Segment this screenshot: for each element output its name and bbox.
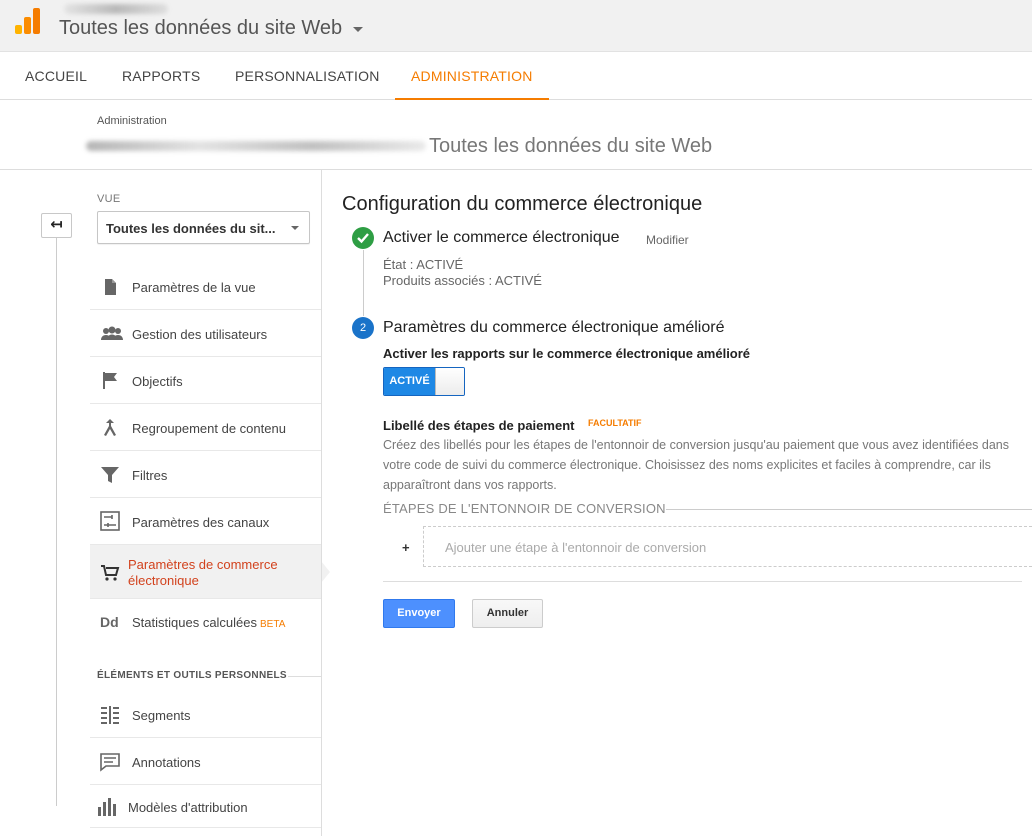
view-selector[interactable]: Toutes les données du sit... (97, 211, 310, 244)
tab-administration[interactable]: ADMINISTRATION (395, 52, 549, 100)
step-number-badge: 2 (352, 317, 374, 339)
sidebar-item-label: Annotations (132, 755, 201, 770)
admin-header: Administration Toutes les données du sit… (0, 100, 1032, 170)
tab-personnalisation[interactable]: PERSONNALISATION (235, 52, 380, 100)
modify-link[interactable]: Modifier (646, 233, 689, 247)
page-title: Configuration du commerce électronique (342, 193, 703, 215)
add-funnel-step-input[interactable]: Ajouter une étape à l'entonnoir de conve… (423, 526, 1032, 567)
sidebar-item-label: Objectifs (132, 374, 183, 389)
checkout-labels-title: Libellé des étapes de paiement (383, 418, 575, 433)
status-etat: État : ACTIVÉ (383, 257, 464, 272)
sidebar-item-label: Statistiques calculées BETA (132, 615, 285, 630)
users-icon (101, 326, 123, 340)
funnel-steps-label: ÉTAPES DE L'ENTONNOIR DE CONVERSION (383, 501, 666, 516)
step1-title: Activer le commerce électronique (383, 229, 620, 246)
view-selector-value: Toutes les données du sit... (106, 221, 276, 236)
sidebar-item-label: Modèles d'attribution (128, 800, 248, 815)
tab-accueil[interactable]: ACCUEIL (25, 52, 87, 100)
sidebar-item-parametres-vue[interactable]: Paramètres de la vue (90, 263, 321, 310)
sidebar-item-filtres[interactable]: Filtres (90, 451, 321, 498)
form-divider (383, 581, 1022, 582)
step2-title: Paramètres du commerce électronique amél… (383, 319, 725, 336)
breadcrumb-property: Toutes les données du site Web (429, 135, 713, 157)
toggle-knob (435, 368, 464, 395)
document-icon (105, 279, 116, 295)
optional-badge: FACULTATIF (588, 418, 642, 428)
breadcrumb-label: Administration (97, 115, 167, 127)
top-bar: Toutes les données du site Web (0, 0, 1032, 52)
chevron-down-icon (291, 226, 299, 230)
sidebar-item-parametres-canaux[interactable]: Paramètres des canaux (90, 498, 321, 545)
filter-icon (101, 467, 119, 483)
active-item-pointer (321, 561, 330, 583)
section-divider (288, 676, 321, 677)
flag-icon (103, 372, 117, 389)
status-produits: Produits associés : ACTIVÉ (383, 273, 542, 288)
sidebar-item-objectifs[interactable]: Objectifs (90, 357, 321, 404)
enhanced-ecommerce-toggle[interactable]: ACTIVÉ (383, 367, 465, 396)
dd-icon: Dd (100, 614, 119, 630)
checkout-labels-description: Créez des libellés pour les étapes de l'… (383, 438, 1010, 492)
cancel-button[interactable]: Annuler (472, 599, 543, 628)
sidebar-item-label: Segments (132, 708, 191, 723)
sidebar-item-annotations[interactable]: Annotations (90, 738, 321, 785)
content-grouping-icon (104, 419, 116, 436)
sidebar-item-statistiques-calculees[interactable]: Dd Statistiques calculées BETA (90, 599, 321, 646)
main-nav: ACCUEIL RAPPORTS PERSONNALISATION ADMINI… (0, 52, 1032, 100)
back-line-divider (56, 238, 57, 806)
beta-badge: BETA (260, 619, 286, 630)
step-connector (363, 250, 364, 316)
enhanced-reports-label: Activer les rapports sur le commerce éle… (383, 346, 751, 361)
sidebar-item-label: Gestion des utilisateurs (132, 327, 268, 342)
sidebar-item-label-line2: électronique (128, 573, 199, 588)
send-button[interactable]: Envoyer (383, 599, 455, 628)
cart-icon (101, 565, 120, 581)
account-path-redacted (86, 141, 426, 151)
funnel-steps-divider (666, 509, 1032, 510)
sidebar-item-label: Paramètres des canaux (132, 515, 270, 530)
sidebar-item-label-text: Statistiques calculées (132, 615, 258, 630)
segments-icon (101, 706, 119, 724)
annotation-icon (100, 753, 120, 772)
sidebar-item-regroupement-contenu[interactable]: Regroupement de contenu (90, 404, 321, 451)
add-funnel-step-placeholder: Ajouter une étape à l'entonnoir de conve… (445, 540, 707, 555)
attribution-icon (98, 798, 116, 816)
sidebar-item-segments[interactable]: Segments (90, 691, 321, 738)
back-arrow-button[interactable]: ↤ (41, 213, 72, 238)
chevron-down-icon[interactable] (353, 27, 363, 32)
sidebar-border (321, 170, 322, 836)
section-label-personal: ÉLÉMENTS ET OUTILS PERSONNELS (97, 670, 287, 681)
tab-rapports[interactable]: RAPPORTS (122, 52, 200, 100)
account-name-redacted (64, 4, 168, 14)
sidebar-item-label: Filtres (132, 468, 168, 483)
sidebar-item-commerce-electronique[interactable]: Paramètres de commerce électronique (90, 545, 321, 599)
sidebar-item-label-line1: Paramètres de commerce (128, 557, 278, 572)
sidebar-item-gestion-utilisateurs[interactable]: Gestion des utilisateurs (90, 310, 321, 357)
vue-label: VUE (97, 193, 121, 205)
toggle-on-label: ACTIVÉ (384, 368, 435, 395)
sidebar-item-modeles-attribution[interactable]: Modèles d'attribution (90, 785, 321, 828)
sidebar-item-label: Regroupement de contenu (132, 421, 286, 436)
plus-icon[interactable]: + (402, 540, 410, 555)
sidebar-item-label: Paramètres de commerce électronique (128, 557, 278, 589)
analytics-logo-icon[interactable] (15, 8, 41, 34)
check-icon (352, 227, 374, 249)
sidebar-item-label: Paramètres de la vue (132, 280, 256, 295)
channel-settings-icon (100, 511, 120, 531)
property-selector-title[interactable]: Toutes les données du site Web (59, 17, 342, 40)
